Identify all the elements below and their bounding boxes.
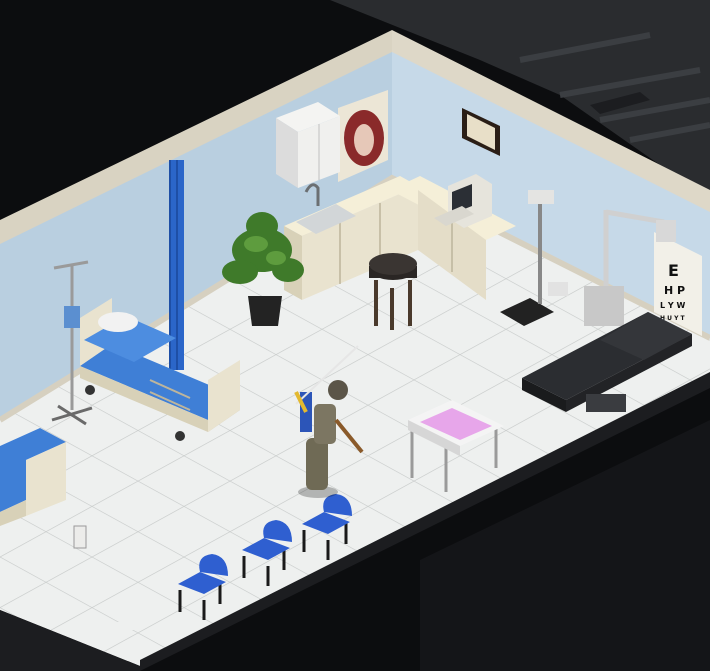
eye-chart-line-2: H P [664, 284, 685, 297]
eye-chart-line-1: E [668, 261, 679, 280]
wall-cabinet[interactable] [276, 102, 340, 188]
stool[interactable] [369, 253, 417, 330]
game-viewport[interactable]: E H P L Y W H U Y T [0, 0, 710, 671]
wall-outlet [73, 525, 87, 549]
eye-chart-line-3: L Y W [660, 301, 685, 310]
isometric-scene[interactable]: E H P L Y W H U Y T [0, 0, 710, 671]
floor-sill [68, 622, 138, 630]
